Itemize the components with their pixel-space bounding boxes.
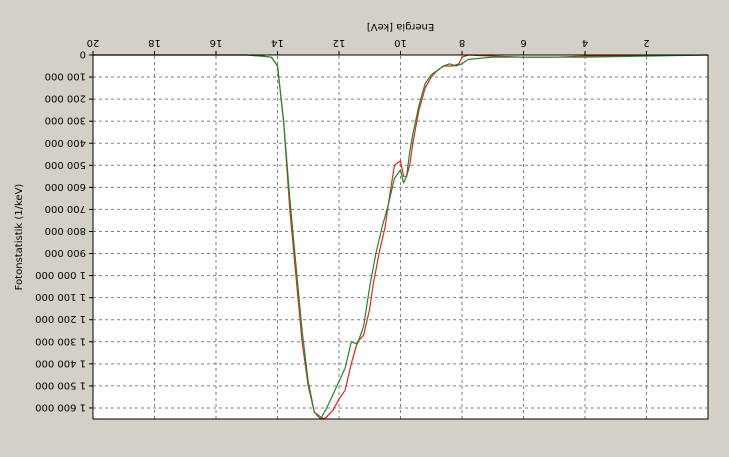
- x-tick-label: 12: [333, 37, 346, 48]
- y-tick-label: 100 000: [45, 71, 86, 82]
- x-tick-label: 16: [210, 37, 223, 48]
- line-chart: 2468101214161820 0100 000200 000300 0004…: [0, 0, 729, 457]
- y-tick-label: 1 200 000: [35, 313, 86, 324]
- y-tick-label: 200 000: [45, 93, 86, 104]
- y-tick-label: 1 500 000: [35, 379, 86, 390]
- x-tick-label: 6: [520, 37, 526, 48]
- y-tick-label: 400 000: [45, 137, 86, 148]
- y-tick-label: 1 000 000: [35, 269, 86, 280]
- x-tick-label: 18: [148, 37, 161, 48]
- x-tick-label: 8: [459, 37, 465, 48]
- y-tick-label: 700 000: [45, 203, 86, 214]
- y-tick-label: 900 000: [45, 247, 86, 258]
- y-axis-title: Fotonstatistik (1/keV): [14, 184, 25, 291]
- y-tick-label: 1 600 000: [35, 401, 86, 412]
- x-tick-label: 4: [582, 37, 588, 48]
- x-tick-label: 14: [271, 37, 284, 48]
- x-tick-label: 20: [87, 37, 100, 48]
- y-tick-label: 1 100 000: [35, 291, 86, 302]
- y-tick-label: 1 400 000: [35, 357, 86, 368]
- y-tick-label: 1 300 000: [35, 335, 86, 346]
- x-tick-label: 10: [394, 37, 407, 48]
- y-tick-label: 300 000: [45, 115, 86, 126]
- x-axis-title: Energia [keV]: [367, 21, 435, 32]
- y-tick-label: 600 000: [45, 181, 86, 192]
- x-tick-label: 2: [643, 37, 649, 48]
- y-tick-label: 500 000: [45, 159, 86, 170]
- y-tick-label: 800 000: [45, 225, 86, 236]
- chart-container: 2 4 6 8 10 12 14 16 18 20 0 100 000 200 000 300 000 4…: [0, 0, 729, 457]
- chart-rotated-group: 2468101214161820 0100 000200 000300 0004…: [14, 21, 709, 420]
- y-tick-label: 0: [80, 49, 86, 60]
